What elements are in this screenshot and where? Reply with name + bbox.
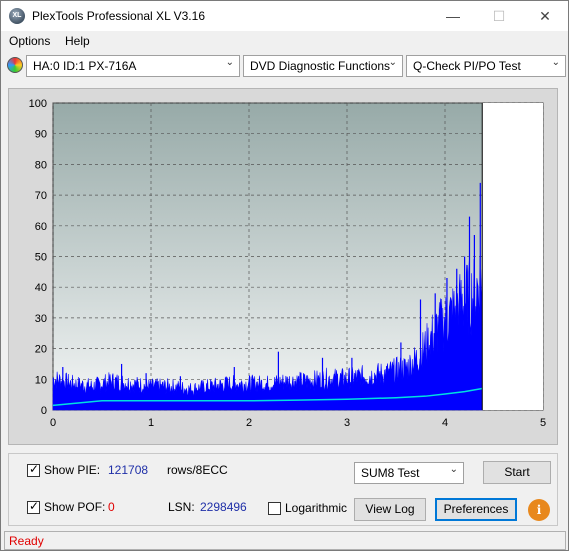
lsn-value: 2298496 — [200, 500, 247, 514]
show-pof-checkbox[interactable]: ✓ — [27, 499, 40, 514]
pie-value: 121708 — [108, 463, 149, 477]
drive-select[interactable]: HA:0 ID:1 PX-716A ⌄ — [26, 55, 240, 77]
x-tick-label: 3 — [344, 417, 350, 429]
y-tick-label: 90 — [35, 129, 47, 141]
pie-unit: rows/8ECC — [167, 463, 228, 477]
function-select[interactable]: DVD Diagnostic Functions ⌄ — [243, 55, 403, 77]
pof-value: 0 — [108, 500, 115, 514]
lsn-label: LSN: — [168, 500, 195, 514]
y-tick-label: 10 — [35, 374, 47, 386]
y-tick-label: 100 — [29, 98, 47, 110]
show-pof-label: Show POF: — [44, 500, 106, 514]
function-select-value: DVD Diagnostic Functions — [250, 59, 391, 73]
empty-region — [482, 103, 543, 410]
minimize-button[interactable]: — — [430, 1, 476, 31]
status-bar: Ready — [4, 531, 566, 550]
disc-icon — [7, 57, 23, 73]
chevron-down-icon: ⌄ — [225, 57, 234, 68]
test-select[interactable]: Q-Check PI/PO Test ⌄ — [406, 55, 566, 77]
start-button[interactable]: Start — [483, 461, 551, 484]
y-tick-label: 0 — [41, 405, 47, 417]
logarithmic-label: Logarithmic — [285, 501, 348, 515]
y-tick-label: 20 — [35, 344, 47, 356]
x-tick-label: 0 — [50, 417, 56, 429]
x-tick-label: 5 — [540, 417, 546, 429]
y-tick-label: 60 — [35, 221, 47, 233]
logarithmic-checkbox[interactable] — [268, 502, 281, 515]
menu-help[interactable]: Help — [65, 34, 90, 48]
status-text: Ready — [9, 534, 44, 548]
chevron-down-icon: ⌄ — [388, 57, 397, 68]
y-tick-label: 80 — [35, 159, 47, 171]
y-tick-label: 50 — [35, 252, 47, 264]
x-tick-label: 4 — [442, 417, 448, 429]
chart-frame: 0 10 20 30 40 50 60 70 80 90 100 0 1 2 3 4 5 — [8, 88, 558, 445]
checkmark-icon: ✓ — [29, 462, 40, 476]
toolbar: HA:0 ID:1 PX-716A ⌄ DVD Diagnostic Funct… — [1, 53, 568, 79]
menu-options[interactable]: Options — [9, 34, 50, 48]
app-icon: XL — [9, 8, 25, 24]
y-tick-label: 70 — [35, 190, 47, 202]
chevron-down-icon: ⌄ — [551, 57, 560, 68]
x-tick-label: 2 — [246, 417, 252, 429]
title-bar: XL PlexTools Professional XL V3.16 — ☐ ✕ — [1, 1, 568, 31]
maximize-button[interactable]: ☐ — [476, 1, 522, 31]
sum-test-select[interactable]: SUM8 Test ⌄ — [354, 462, 464, 484]
main-window: XL PlexTools Professional XL V3.16 — ☐ ✕… — [0, 0, 569, 551]
show-pie-checkbox[interactable]: ✓ — [27, 462, 40, 477]
y-tick-label: 30 — [35, 313, 47, 325]
info-icon[interactable]: i — [528, 499, 550, 521]
checkmark-icon: ✓ — [29, 499, 40, 513]
sum-test-value: SUM8 Test — [361, 466, 420, 480]
drive-select-value: HA:0 ID:1 PX-716A — [33, 59, 137, 73]
chevron-down-icon: ⌄ — [449, 464, 458, 475]
control-panel: ✓ Show PIE: 121708 rows/8ECC SUM8 Test ⌄… — [8, 453, 558, 526]
preferences-button[interactable]: Preferences — [435, 498, 517, 521]
close-button[interactable]: ✕ — [522, 1, 568, 31]
menu-bar: Options Help — [1, 32, 568, 52]
window-title: PlexTools Professional XL V3.16 — [32, 9, 205, 23]
pi-po-chart: 0 10 20 30 40 50 60 70 80 90 100 0 1 2 3 4 5 — [29, 98, 546, 429]
x-tick-label: 1 — [148, 417, 154, 429]
view-log-button[interactable]: View Log — [354, 498, 426, 521]
show-pie-label: Show PIE: — [44, 463, 101, 477]
y-tick-label: 40 — [35, 282, 47, 294]
test-select-value: Q-Check PI/PO Test — [413, 59, 521, 73]
